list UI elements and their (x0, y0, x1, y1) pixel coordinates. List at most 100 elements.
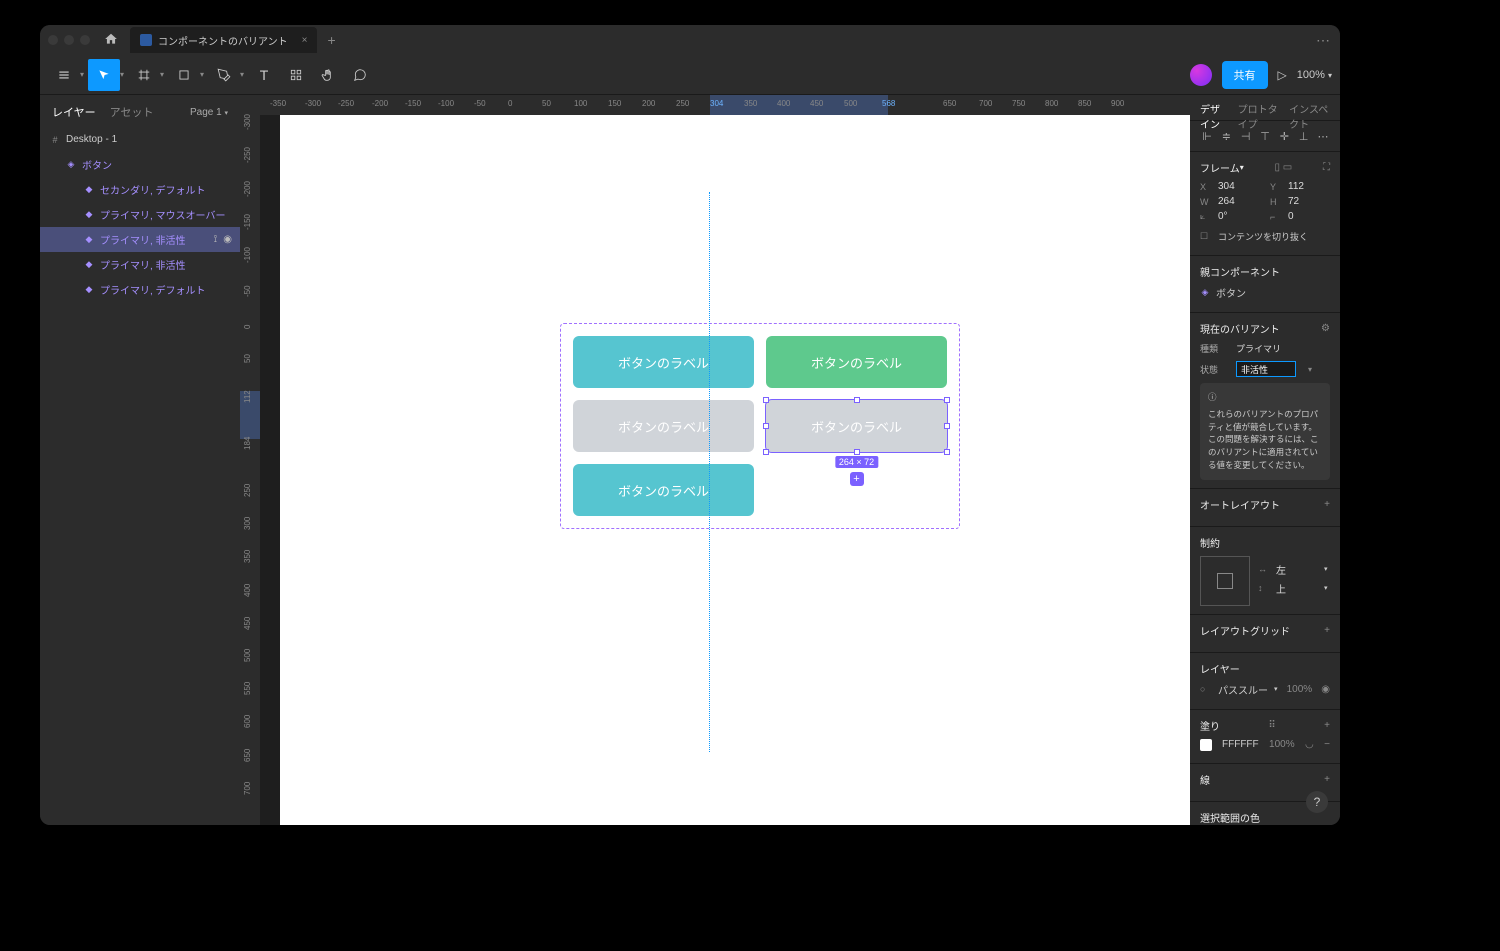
eye-icon[interactable]: ◉ (223, 234, 232, 245)
eye-icon[interactable]: ◉ (1321, 684, 1330, 695)
plus-icon[interactable]: + (1324, 499, 1330, 510)
styles-icon[interactable]: ⠿ (1268, 720, 1275, 731)
align-top-icon[interactable]: ⊤ (1258, 129, 1272, 143)
add-variant-icon[interactable]: + (850, 472, 864, 486)
variant-icon: ◆ (84, 260, 94, 270)
btn-variant-primary-default[interactable]: ボタンのラベル (573, 464, 754, 516)
variant-icon: ◆ (84, 235, 94, 245)
resize-handle[interactable] (854, 397, 860, 403)
plus-icon[interactable]: + (1324, 720, 1330, 731)
page-selector[interactable]: Page 1 ▾ (190, 107, 228, 118)
text-tool-icon[interactable]: T (248, 59, 280, 91)
frame-section: フレーム▾▯ ▭⛶ X304Y112 W264H72⊃ ⟀0°⌐0◫ ☐コンテン… (1190, 152, 1340, 256)
layer-variant-3[interactable]: ◆プライマリ, 非活性⟟◉ (40, 227, 240, 252)
tab-assets[interactable]: アセット (110, 104, 154, 120)
traffic-lights[interactable] (48, 35, 90, 45)
color-swatch[interactable] (1200, 739, 1212, 751)
hand-tool-icon[interactable] (312, 59, 344, 91)
chevron-down-icon[interactable]: ▾ (160, 70, 168, 79)
zoom-level[interactable]: 100% ▾ (1297, 69, 1332, 81)
plus-icon[interactable]: + (1324, 774, 1330, 785)
close-icon[interactable]: × (302, 35, 308, 46)
align-left-icon[interactable]: ⊩ (1200, 129, 1214, 143)
autolayout-section: オートレイアウト+ (1190, 489, 1340, 527)
titlebar: コンポーネントのバリアント × + ⋯ (40, 25, 1340, 55)
frame-tool-icon[interactable] (128, 59, 160, 91)
layer-variant-4[interactable]: ◆プライマリ, 非活性 (40, 252, 240, 277)
artboard[interactable]: ボタンのラベル ボタンのラベル ボタンのラベル ボタンのラベル 264 × 72 (280, 115, 1190, 825)
chevron-down-icon[interactable]: ▾ (120, 70, 128, 79)
variant-icon: ◆ (84, 210, 94, 220)
tab-layers[interactable]: レイヤー (52, 104, 96, 120)
chevron-down-icon[interactable]: ▾ (80, 70, 88, 79)
min-dot[interactable] (64, 35, 74, 45)
align-bottom-icon[interactable]: ⊥ (1297, 129, 1311, 143)
ruler-vertical[interactable]: -300-250-200-150-100-5005011218425030035… (240, 115, 260, 825)
stage[interactable]: ボタンのラベル ボタンのラベル ボタンのラベル ボタンのラベル 264 × 72 (260, 115, 1190, 825)
resize-handle[interactable] (944, 449, 950, 455)
tab-inspect[interactable]: インスペクト (1289, 101, 1330, 120)
resize-handle[interactable] (944, 423, 950, 429)
checkbox-icon[interactable]: ☐ (1200, 231, 1212, 242)
resources-icon[interactable] (280, 59, 312, 91)
share-button[interactable]: 共有 (1222, 61, 1268, 89)
constraints-section: 制約 ↔左▾ ↕上▾ (1190, 527, 1340, 615)
resize-handle[interactable] (763, 397, 769, 403)
tab-design[interactable]: デザイン (1200, 101, 1228, 120)
layout-grid-section: レイアウトグリッド+ (1190, 615, 1340, 653)
more-icon[interactable]: ⋯ (1316, 32, 1330, 49)
btn-variant-primary-disabled[interactable]: ボタンのラベル (573, 400, 754, 452)
resize-fit-icon[interactable]: ⛶ (1323, 162, 1330, 173)
home-icon[interactable] (104, 32, 118, 49)
align-vcenter-icon[interactable]: ✛ (1277, 129, 1291, 143)
file-tab[interactable]: コンポーネントのバリアント × (130, 27, 317, 53)
shape-tool-icon[interactable] (168, 59, 200, 91)
orientation-icon[interactable]: ▯ ▭ (1274, 162, 1292, 173)
btn-variant-primary-hover[interactable]: ボタンのラベル (766, 336, 947, 388)
lock-icon[interactable]: ⟟ (214, 234, 218, 245)
frame-icon: # (50, 135, 60, 145)
align-right-icon[interactable]: ⊣ (1239, 129, 1253, 143)
align-hcenter-icon[interactable]: ≑ (1219, 129, 1233, 143)
resize-handle[interactable] (854, 449, 860, 455)
resize-handle[interactable] (763, 449, 769, 455)
btn-variant-primary-disabled-selected[interactable]: ボタンのラベル 264 × 72 + (766, 400, 947, 452)
help-icon[interactable]: ? (1306, 791, 1328, 813)
layer-component[interactable]: ◈ボタン (40, 152, 240, 177)
tab-title: コンポーネントのバリアント (158, 33, 288, 48)
layer-variant-2[interactable]: ◆プライマリ, マウスオーバー (40, 202, 240, 227)
app-window: コンポーネントのバリアント × + ⋯ ▾ ▾ ▾ ▾ ▾ T (40, 25, 1340, 825)
comment-tool-icon[interactable] (344, 59, 376, 91)
layer-section: レイヤー ○パススルー▾100%◉ (1190, 653, 1340, 710)
left-panel: レイヤー アセット Page 1 ▾ #Desktop - 1 ◈ボタン ◆セカ… (40, 95, 240, 825)
state-input[interactable] (1236, 361, 1296, 377)
dimension-badge: 264 × 72 (835, 456, 878, 468)
move-tool-icon[interactable] (88, 59, 120, 91)
variant-icon: ◆ (84, 285, 94, 295)
new-tab-icon[interactable]: + (327, 32, 335, 48)
resize-handle[interactable] (763, 423, 769, 429)
warning-box: ⓘこれらのバリアントのプロパティと値が競合しています。この問題を解決するには、こ… (1200, 383, 1330, 480)
eye-icon[interactable]: ◡ (1305, 739, 1314, 750)
chevron-down-icon[interactable]: ▾ (240, 70, 248, 79)
close-dot[interactable] (48, 35, 58, 45)
btn-variant-secondary-default[interactable]: ボタンのラベル (573, 336, 754, 388)
ruler-horizontal[interactable]: -350-300-250-200-150-100-500501001502002… (240, 95, 1190, 115)
constraint-widget[interactable] (1200, 556, 1250, 606)
chevron-down-icon[interactable]: ▾ (200, 70, 208, 79)
component-set[interactable]: ボタンのラベル ボタンのラベル ボタンのラベル ボタンのラベル 264 × 72 (560, 323, 960, 529)
present-icon[interactable]: ▷ (1278, 68, 1287, 82)
layer-variant-1[interactable]: ◆セカンダリ, デフォルト (40, 177, 240, 202)
plus-icon[interactable]: + (1324, 625, 1330, 636)
avatar[interactable] (1190, 64, 1212, 86)
resize-handle[interactable] (944, 397, 950, 403)
layer-variant-5[interactable]: ◆プライマリ, デフォルト (40, 277, 240, 302)
layer-frame[interactable]: #Desktop - 1 (40, 127, 240, 152)
settings-icon[interactable]: ⚙ (1321, 323, 1330, 334)
max-dot[interactable] (80, 35, 90, 45)
minus-icon[interactable]: − (1324, 739, 1330, 750)
pen-tool-icon[interactable] (208, 59, 240, 91)
distribute-icon[interactable]: ⋯ (1316, 129, 1330, 143)
tab-prototype[interactable]: プロトタイプ (1238, 101, 1279, 120)
figma-menu-icon[interactable] (48, 59, 80, 91)
